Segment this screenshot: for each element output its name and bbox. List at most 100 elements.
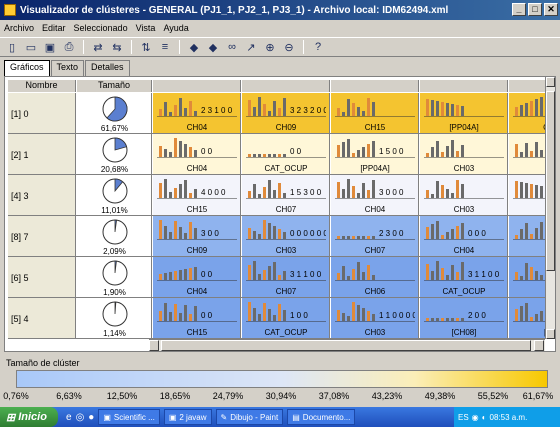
variable-chart-cell[interactable]: 3 2 3 2 0 0 CH09 (242, 93, 330, 133)
variable-label: CH04 (186, 164, 208, 173)
variable-chart-cell[interactable]: 0 0 CAT_OCUP (242, 134, 330, 174)
variable-chart-cell[interactable]: 1 0 0 CAT_OCUP (242, 298, 330, 338)
filter-icon[interactable]: ≡ (157, 39, 173, 55)
variable-chart-cell[interactable]: 0 0 CH04 (153, 257, 241, 297)
variable-chart-cell[interactable]: 0 0 0 CH04 (420, 216, 508, 256)
table-row[interactable]: [8] 7 2,09% 3 0 0 CH09 0 0 0 0 0 0 0 0 CH03 2 … (8, 216, 548, 257)
column-header-nombre[interactable]: Nombre (8, 80, 76, 92)
variable-chart-cell[interactable] (509, 257, 546, 297)
table-row[interactable]: [4] 3 11,01% 4 0 0 0 CH15 1 5 3 0 0 CH07 3 0 0… (8, 175, 548, 216)
volume-icon[interactable]: ◐ (482, 413, 487, 422)
minimize-button[interactable]: _ (512, 3, 526, 16)
close-button[interactable]: ✕ (544, 3, 558, 16)
variable-chart-cell[interactable]: 4 0 0 0 CH15 (153, 175, 241, 215)
variable-chart-cell[interactable]: 1 1 0 0 0 0 0 CH03 (331, 298, 419, 338)
variable-chart-cell[interactable]: [PP (509, 175, 546, 215)
variable-chart-cell[interactable]: [TOT (509, 298, 546, 338)
sort-icon[interactable]: ⇅ (138, 39, 154, 55)
menu-ayuda[interactable]: Ayuda (163, 23, 188, 33)
firefox-icon[interactable]: ● (88, 412, 94, 423)
windows-logo-icon: ⊞ (6, 411, 16, 424)
cluster-size-percent: 1,14% (103, 329, 126, 338)
binoculars-icon[interactable]: ∞ (224, 39, 240, 55)
scroll-left-button[interactable] (149, 340, 159, 351)
variable-chart-cell[interactable]: CH06 (331, 257, 419, 297)
pointer-icon[interactable]: ↗ (243, 39, 259, 55)
menu-editar[interactable]: Editar (42, 23, 66, 33)
tab-graficos[interactable]: Gráficos (4, 60, 50, 76)
variable-chart-cell[interactable]: 3 1 1 0 0 CH07 (242, 257, 330, 297)
taskbar-item-javaw[interactable]: ▣ 2 javaw (163, 409, 212, 425)
variable-label: CH09 (275, 123, 297, 132)
variable-chart-cell[interactable]: 0 0 CH04 (153, 134, 241, 174)
variable-chart-cell[interactable] (509, 216, 546, 256)
table-row[interactable]: [5] 4 1,14% 0 0 CH15 1 0 0 CAT_OCUP 1 1 0 0 0 … (8, 298, 548, 339)
horizontal-scrollbar[interactable] (149, 339, 545, 351)
tab-texto[interactable]: Texto (50, 60, 85, 76)
redo-icon[interactable]: ⇆ (109, 39, 125, 55)
variable-chart-cell[interactable]: CH15 (331, 93, 419, 133)
variable-chart-cell[interactable]: CH03 (420, 175, 508, 215)
zoom-in-icon[interactable]: ⊕ (262, 39, 278, 55)
tab-detalles[interactable]: Detalles (85, 60, 130, 76)
title-bar[interactable]: Visualizador de clústeres - GENERAL (PJ1… (0, 0, 560, 20)
vertical-scrollbar[interactable] (545, 77, 555, 339)
start-button[interactable]: ⊞ Inicio (0, 407, 58, 427)
variable-chart-cell[interactable]: 3 0 0 CH09 (153, 216, 241, 256)
variable-chart-cell[interactable]: 1 5 0 0 [PP04A] (331, 134, 419, 174)
zoom-out-icon[interactable]: ⊖ (281, 39, 297, 55)
ie-icon[interactable]: e (66, 412, 72, 423)
taskbar-item-scientific[interactable]: ▣ Scientific ... (98, 409, 160, 425)
histogram-bar (159, 146, 162, 157)
scroll-right-button[interactable] (534, 340, 544, 351)
variable-chart-cell[interactable]: 1 5 3 0 0 CH07 (242, 175, 330, 215)
help-icon[interactable]: ? (310, 39, 326, 55)
save-icon[interactable]: ▣ (42, 39, 58, 55)
variable-chart-cell[interactable]: 2 3 0 0 CH07 (331, 216, 419, 256)
print-icon[interactable]: ⎙ (61, 39, 77, 55)
open-icon[interactable]: ▭ (23, 39, 39, 55)
table-row[interactable]: [6] 5 1,90% 0 0 CH04 3 1 1 0 0 CH07 CH06 3 1 1 … (8, 257, 548, 298)
variable-chart-cell[interactable]: 0 0 CH15 (153, 298, 241, 338)
taskbar-item-documento[interactable]: ▤ Documento... (287, 409, 356, 425)
histogram-bar (362, 147, 365, 157)
variable-chart-cell[interactable]: 3 0 0 0 CH04 (331, 175, 419, 215)
table-row[interactable]: [2] 1 20,68% 0 0 CH04 0 0 CAT_OCUP 1 5 0 0 [PP0… (8, 134, 548, 175)
undo-icon[interactable]: ⇄ (90, 39, 106, 55)
histogram-bar (451, 229, 454, 239)
histogram-counts: 2 3 1 0 0 (201, 106, 233, 115)
scroll-thumb[interactable] (546, 91, 555, 271)
variable-chart-cell[interactable]: CH03 (420, 134, 508, 174)
variable-chart-cell[interactable]: 0 0 0 0 0 0 0 0 CH03 (242, 216, 330, 256)
new-icon[interactable]: ▯ (4, 39, 20, 55)
histogram-bar (194, 111, 197, 116)
menu-vista[interactable]: Vista (136, 23, 156, 33)
table-row[interactable]: [1] 0 61,67% 2 3 1 0 0 CH04 3 2 3 2 0 0 CH09 C… (8, 93, 548, 134)
variable-chart-cell[interactable]: 2 3 1 0 0 CH04 (153, 93, 241, 133)
language-indicator[interactable]: ES (458, 413, 469, 422)
histogram-bar (426, 190, 429, 198)
next-icon[interactable]: ◆ (205, 39, 221, 55)
prev-icon[interactable]: ◆ (186, 39, 202, 55)
variable-chart-cell[interactable]: 2 0 0 [CH08] (420, 298, 508, 338)
scroll-up-button[interactable] (546, 77, 555, 87)
taskbar-item-paint[interactable]: ✎ Dibujo - Paint (215, 409, 284, 425)
histogram-bar (525, 183, 528, 198)
variable-chart-cell[interactable]: 3 1 1 0 0 CAT_OCUP (420, 257, 508, 297)
variable-chart-cell[interactable]: [PP04A] (420, 93, 508, 133)
histogram-bar (535, 99, 538, 116)
outlook-icon[interactable]: ◎ (76, 412, 85, 423)
network-icon[interactable]: ◉ (472, 413, 479, 422)
histogram-bar (169, 232, 172, 239)
maximize-button[interactable]: □ (528, 3, 542, 16)
column-header-tamano[interactable]: Tamaño (77, 80, 152, 92)
histogram-bar (169, 312, 172, 321)
histogram-bar (436, 318, 439, 321)
menu-seleccionado[interactable]: Seleccionado (74, 23, 128, 33)
variable-chart-cell[interactable]: CAT_ (509, 93, 546, 133)
histogram-bar (273, 226, 276, 239)
scroll-down-button[interactable] (546, 329, 555, 339)
variable-chart-cell[interactable]: [P (509, 134, 546, 174)
scroll-thumb[interactable] (161, 340, 531, 351)
menu-archivo[interactable]: Archivo (4, 23, 34, 33)
